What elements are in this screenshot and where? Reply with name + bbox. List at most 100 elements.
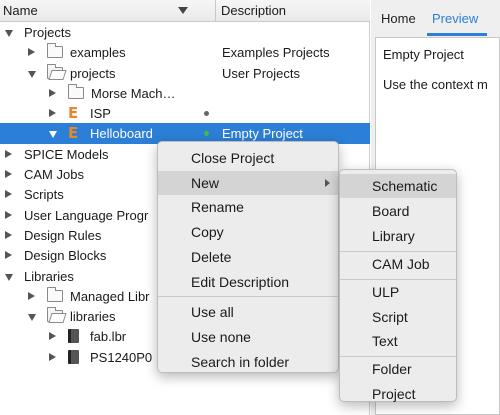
menu-item-label: Edit Description [191, 273, 290, 290]
menu-item-close-project[interactable]: Close Project [158, 146, 338, 170]
status-dot-icon [204, 131, 209, 137]
preview-text: Use the context m [383, 77, 488, 92]
tree-row-examples[interactable]: examples Examples Projects [0, 42, 370, 62]
menu-item-label: Project [372, 386, 416, 403]
menu-item-text[interactable]: Text [340, 329, 456, 353]
tree-item-label: examples [70, 45, 126, 61]
tab-preview[interactable]: Preview [432, 11, 478, 26]
sort-descending-icon[interactable] [178, 7, 188, 14]
disclosure-expanded-icon[interactable] [28, 314, 36, 322]
tree-row-projects[interactable]: projects User Projects [0, 63, 370, 83]
disclosure-collapsed-icon[interactable] [49, 109, 56, 118]
tree-item-label: Morse Mach… [91, 85, 176, 101]
menu-item-library[interactable]: Library [340, 224, 456, 248]
disclosure-collapsed-icon[interactable] [49, 352, 56, 361]
menu-item-use-none[interactable]: Use none [158, 325, 338, 349]
name-column-header[interactable]: Name [0, 0, 216, 22]
menu-item-script[interactable]: Script [340, 305, 456, 329]
tree-item-label: Scripts [24, 187, 64, 203]
eagle-project-icon: E [68, 104, 79, 123]
tree-item-description: User Projects [222, 65, 301, 81]
eagle-project-icon: E [68, 124, 79, 143]
tree-row-morse-mach[interactable]: Morse Mach… [0, 83, 370, 103]
menu-item-label: Schematic [372, 178, 438, 194]
tree-item-label: Helloboard [90, 126, 153, 142]
menu-item-label: Delete [191, 248, 232, 265]
menu-item-copy[interactable]: Copy [158, 220, 338, 244]
tree-item-description: Examples Projects [222, 45, 330, 61]
library-file-icon [68, 329, 79, 344]
tree-item-label: Design Rules [24, 227, 102, 243]
menu-item-rename[interactable]: Rename [158, 195, 338, 219]
menu-item-label: Copy [191, 224, 224, 241]
context-menu: Close Project New Rename Copy Delete Edit Des… [157, 141, 339, 373]
tree-item-label: Libraries [24, 268, 74, 284]
menu-item-label: CAM Job [372, 255, 430, 272]
menu-item-label: New [191, 174, 220, 191]
menu-item-search-in-folder[interactable]: Search in folder [158, 350, 338, 374]
menu-item-label: Folder [372, 361, 412, 378]
new-submenu: Schematic Board Library CAM Job ULP Script Tex… [339, 169, 457, 402]
menu-item-label: Script [372, 308, 408, 325]
folder-open-icon [47, 307, 63, 323]
disclosure-expanded-icon[interactable] [28, 70, 36, 78]
tree-header: Name Description [0, 0, 370, 22]
tree-item-description: Empty Project [222, 126, 303, 142]
tree-item-label: User Language Progr [24, 207, 149, 223]
disclosure-collapsed-icon[interactable] [5, 230, 12, 239]
menu-item-project[interactable]: Project [340, 382, 456, 406]
disclosure-collapsed-icon[interactable] [5, 170, 12, 179]
menu-item-new[interactable]: New [158, 170, 338, 195]
menu-item-label: Close Project [191, 150, 275, 166]
menu-item-label: Board [372, 202, 410, 219]
disclosure-collapsed-icon[interactable] [5, 190, 12, 199]
tab-home[interactable]: Home [381, 11, 416, 26]
tree-item-label: fab.lbr [90, 329, 127, 345]
disclosure-collapsed-icon[interactable] [28, 291, 35, 300]
folder-icon [68, 83, 84, 99]
disclosure-expanded-icon[interactable] [5, 273, 13, 281]
disclosure-collapsed-icon[interactable] [5, 149, 12, 158]
tree-item-label: SPICE Models [24, 146, 109, 162]
disclosure-expanded-icon[interactable] [5, 30, 13, 37]
menu-item-edit-description[interactable]: Edit Description [158, 270, 338, 294]
menu-item-label: Library [372, 227, 415, 244]
menu-item-label: Rename [191, 199, 244, 216]
folder-icon [47, 43, 63, 59]
menu-item-board[interactable]: Board [340, 199, 456, 223]
menu-item-delete[interactable]: Delete [158, 245, 338, 269]
menu-item-ulp[interactable]: ULP [340, 280, 456, 304]
menu-item-label: Use all [191, 304, 234, 321]
menu-item-label: Search in folder [191, 353, 290, 370]
description-column-header[interactable]: Description [216, 0, 286, 21]
menu-item-label: Text [372, 333, 398, 350]
disclosure-collapsed-icon[interactable] [28, 48, 35, 57]
disclosure-collapsed-icon[interactable] [49, 88, 56, 97]
disclosure-collapsed-icon[interactable] [49, 332, 56, 341]
menu-item-label: Use none [191, 328, 251, 345]
folder-open-icon [47, 63, 63, 79]
menu-item-use-all[interactable]: Use all [158, 300, 338, 324]
disclosure-collapsed-icon[interactable] [5, 251, 12, 260]
menu-item-cam-job[interactable]: CAM Job [340, 252, 456, 276]
folder-icon [47, 286, 63, 302]
tree-item-label: libraries [70, 309, 116, 325]
tree-item-label: ISP [90, 106, 111, 122]
name-column-label: Name [3, 3, 38, 18]
submenu-arrow-icon [325, 178, 330, 187]
status-dot-icon [204, 111, 209, 117]
tree-item-label: projects [70, 65, 116, 81]
preview-title: Empty Project [383, 47, 464, 62]
disclosure-expanded-icon[interactable] [49, 131, 57, 139]
tree-item-label: Design Blocks [24, 248, 107, 264]
menu-item-schematic[interactable]: Schematic [340, 174, 456, 198]
panel-tabs: Home Preview [371, 0, 500, 37]
tree-item-label: Managed Libr [70, 288, 150, 304]
menu-item-folder[interactable]: Folder [340, 357, 456, 381]
disclosure-collapsed-icon[interactable] [5, 210, 12, 219]
description-column-label: Description [221, 3, 287, 18]
tree-row-isp[interactable]: E ISP [0, 103, 370, 123]
tree-row-projects[interactable]: Projects [0, 22, 370, 42]
menu-separator [158, 296, 338, 298]
menu-item-label: ULP [372, 283, 400, 300]
